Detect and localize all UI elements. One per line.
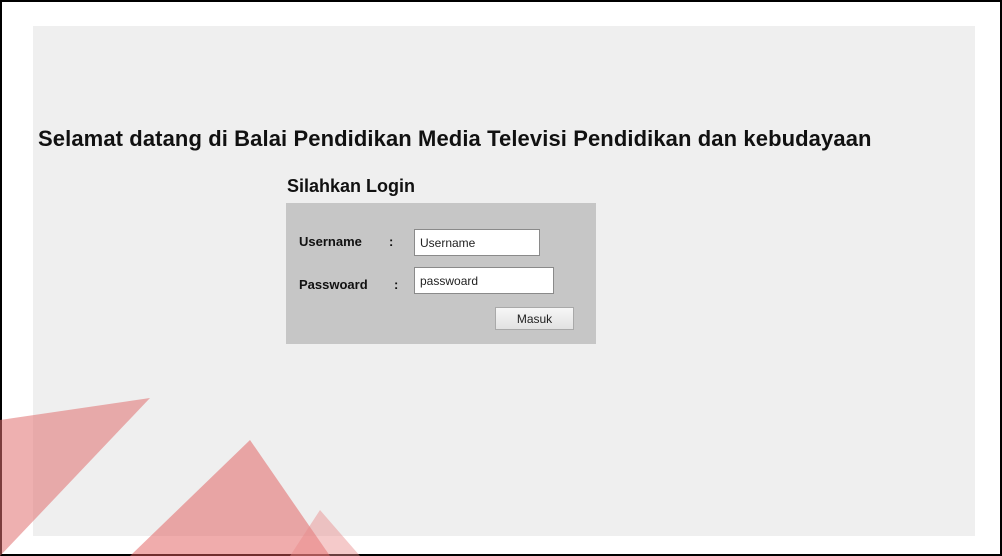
password-separator: : — [394, 277, 399, 292]
username-input[interactable] — [414, 229, 540, 256]
username-separator: : — [389, 234, 394, 249]
login-title: Silahkan Login — [287, 176, 416, 196]
username-label: Username — [299, 234, 362, 249]
masuk-button[interactable]: Masuk — [495, 307, 574, 330]
password-input[interactable] — [414, 267, 554, 294]
password-label: Passwoard — [299, 277, 368, 292]
welcome-heading: Selamat datang di Balai Pendidikan Media… — [38, 126, 872, 151]
login-form: Username : Passwoard : Masuk — [286, 203, 596, 344]
